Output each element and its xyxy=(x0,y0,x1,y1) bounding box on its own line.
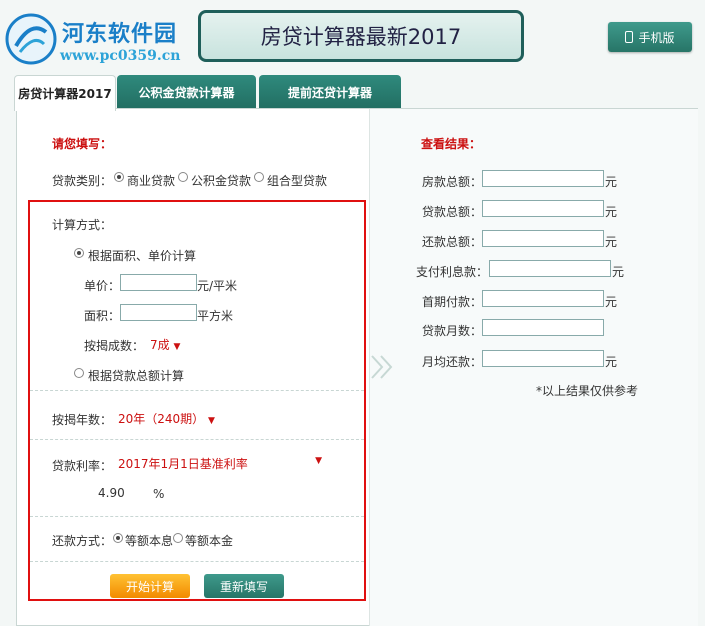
years-label: 按揭年数： xyxy=(52,413,113,427)
radio-calc-by-area[interactable] xyxy=(74,248,84,258)
unit-price-label: 单价： xyxy=(84,279,121,293)
divider xyxy=(30,390,364,391)
radio-combined-loan[interactable] xyxy=(254,172,264,182)
unit-price-input[interactable] xyxy=(120,274,197,291)
radio-provident-loan[interactable] xyxy=(178,172,188,182)
loan-total-label: 贷款总额： xyxy=(422,205,483,219)
loan-months-label: 贷款月数： xyxy=(422,324,483,338)
dropdown-arrow-icon: ▼ xyxy=(315,456,322,466)
repay-total-label: 还款总额： xyxy=(422,235,483,249)
loan-type-label: 贷款类别： xyxy=(52,174,113,188)
down-payment-field[interactable] xyxy=(482,290,604,307)
monthly-payment-unit: 元 xyxy=(605,355,618,369)
loan-type-provident: 公积金贷款 xyxy=(191,174,252,188)
repay-method-label: 还款方式： xyxy=(52,534,113,548)
page-title: 房贷计算器最新2017 xyxy=(198,10,524,62)
radio-commercial-loan[interactable] xyxy=(114,172,124,182)
divider xyxy=(30,561,364,562)
loan-total-field[interactable] xyxy=(482,200,604,217)
loan-type-commercial: 商业贷款 xyxy=(127,174,176,188)
dropdown-arrow-icon: ▼ xyxy=(208,416,215,426)
years-select[interactable]: 20年（240期） ▼ xyxy=(118,410,215,427)
house-total-label: 房款总额： xyxy=(422,175,483,189)
repay-total-unit: 元 xyxy=(605,235,618,249)
form-heading: 请您填写： xyxy=(52,137,113,151)
area-input[interactable] xyxy=(120,304,197,321)
ratio-select[interactable]: 7成 ▼ xyxy=(150,336,180,353)
reset-form-button[interactable]: 重新填写 xyxy=(204,574,284,598)
repay-total-field[interactable] xyxy=(482,230,604,247)
equal-installment-label: 等额本息 xyxy=(125,534,174,548)
logo-icon xyxy=(5,13,57,65)
divider xyxy=(30,516,364,517)
radio-calc-by-total[interactable] xyxy=(74,368,84,378)
rate-input[interactable]: 4.90 xyxy=(98,486,146,502)
down-payment-unit: 元 xyxy=(605,295,618,309)
radio-equal-principal[interactable] xyxy=(173,533,183,543)
down-payment-label: 首期付款： xyxy=(422,295,483,309)
calc-method-label: 计算方式： xyxy=(52,218,113,232)
interest-label: 支付利息款： xyxy=(416,265,489,279)
tab-mortgage-calculator[interactable]: 房贷计算器2017 xyxy=(14,75,116,111)
monthly-payment-field[interactable] xyxy=(482,350,604,367)
calc-by-total-label: 根据贷款总额计算 xyxy=(88,369,185,383)
mobile-version-button[interactable]: 手机版 xyxy=(608,22,692,52)
loan-total-unit: 元 xyxy=(605,205,618,219)
area-label: 面积： xyxy=(84,309,121,323)
unit-price-unit: 元/平米 xyxy=(197,279,238,293)
area-unit: 平方米 xyxy=(197,309,234,323)
monthly-payment-label: 月均还款： xyxy=(422,355,483,369)
ratio-label: 按揭成数： xyxy=(84,339,145,353)
logo-text: 河东软件园 xyxy=(62,21,178,47)
calc-by-area-label: 根据面积、单价计算 xyxy=(88,249,197,263)
interest-unit: 元 xyxy=(612,265,625,279)
phone-icon xyxy=(625,31,634,43)
logo-url: www.pc0359.cn xyxy=(60,48,181,64)
tab-provident-fund-calculator[interactable]: 公积金贷款计算器 xyxy=(117,75,256,109)
equal-principal-label: 等额本金 xyxy=(185,534,234,548)
divider xyxy=(30,439,364,440)
start-calculation-button[interactable]: 开始计算 xyxy=(110,574,190,598)
chevron-right-icon xyxy=(371,355,393,379)
loan-months-field[interactable] xyxy=(482,319,604,336)
interest-field[interactable] xyxy=(489,260,611,277)
house-total-unit: 元 xyxy=(605,175,618,189)
rate-unit: % xyxy=(153,487,165,501)
radio-equal-installment[interactable] xyxy=(113,533,123,543)
mobile-version-label: 手机版 xyxy=(638,30,675,45)
tab-prepayment-calculator[interactable]: 提前还贷计算器 xyxy=(259,75,401,109)
dropdown-arrow-icon: ▼ xyxy=(173,342,181,352)
rate-select[interactable]: 2017年1月1日基准利率 ▼ xyxy=(118,455,326,471)
site-logo: 河东软件园 www.pc0359.cn xyxy=(4,10,200,68)
results-note: *以上结果仅供参考 xyxy=(536,384,639,398)
house-total-field[interactable] xyxy=(482,170,604,187)
rate-label: 贷款利率： xyxy=(52,459,113,473)
results-heading: 查看结果： xyxy=(421,137,482,151)
loan-type-combined: 组合型贷款 xyxy=(267,174,328,188)
